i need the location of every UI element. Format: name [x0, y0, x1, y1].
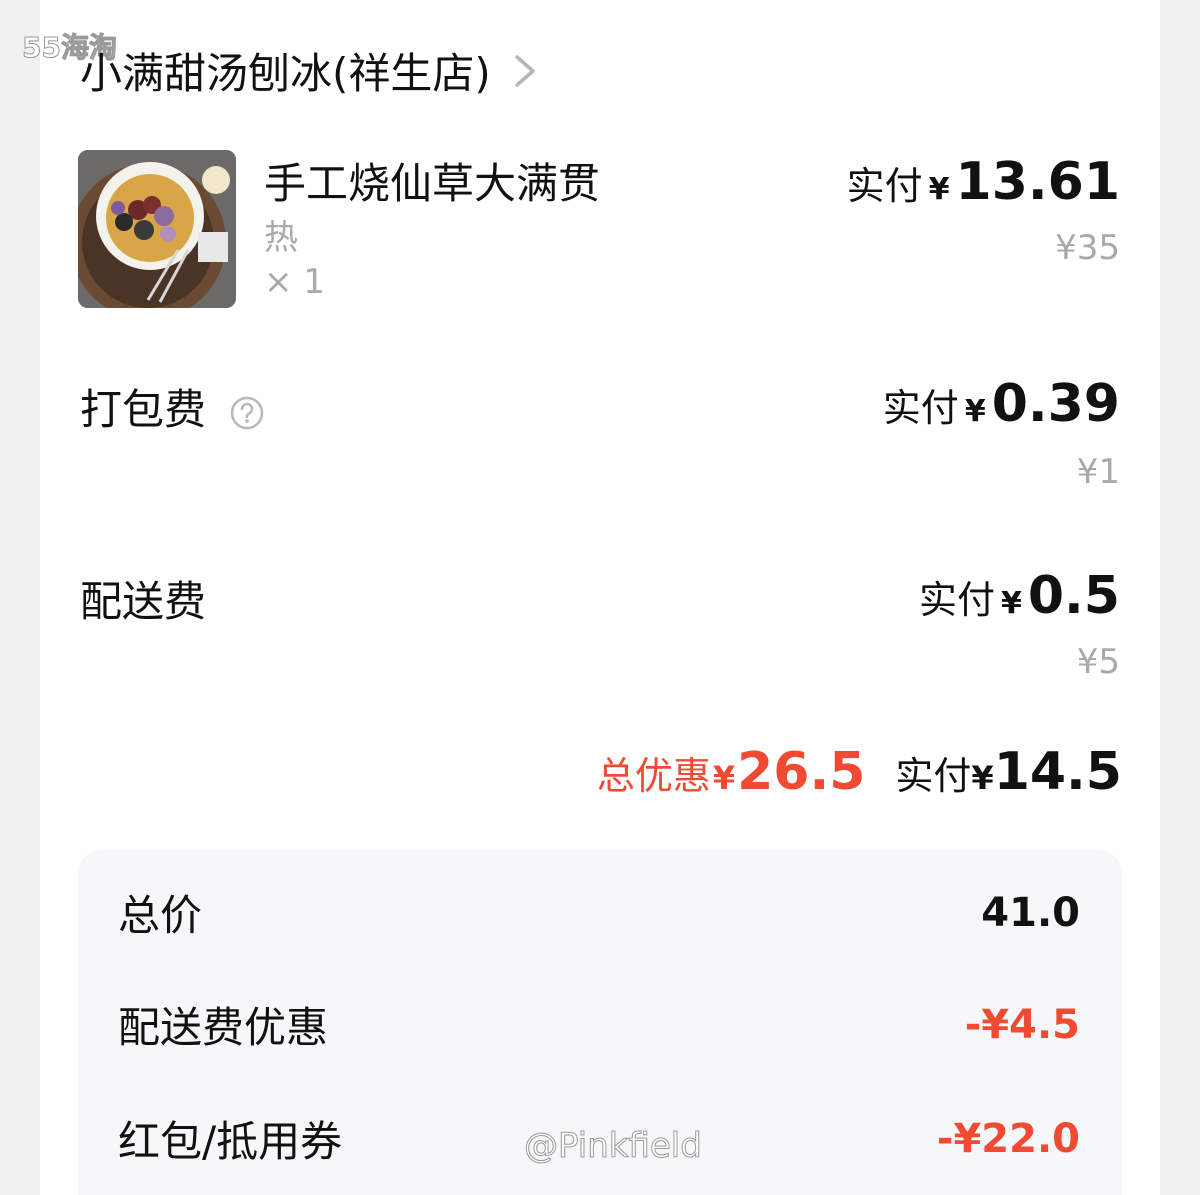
- packing-paid-label: 实付: [882, 386, 959, 430]
- packing-paid: 实付 ¥ 0.39: [883, 374, 1120, 434]
- packing-paid-currency: ¥: [964, 394, 986, 429]
- packing-paid-amount: 0.39: [991, 374, 1120, 434]
- item-quantity: × 1: [264, 262, 325, 302]
- item-paid: 实付 ¥ 13.61: [847, 152, 1120, 212]
- packing-fee-label: 打包费: [80, 385, 207, 434]
- total-discount-currency: ¥: [712, 759, 736, 797]
- breakdown-value: -¥22.0: [936, 1115, 1080, 1162]
- item-name: 手工烧仙草大满贯: [264, 159, 601, 208]
- breakdown-value: 41.0: [981, 889, 1080, 936]
- breakdown-row-delivery-discount: 配送费优惠 -¥4.5: [118, 994, 1080, 1055]
- shop-header[interactable]: 小满甜汤刨冰(祥生店): [80, 40, 539, 101]
- item-spec: 热: [264, 218, 298, 258]
- delivery-paid-label: 实付: [918, 578, 995, 622]
- packing-original-price: ¥1: [1076, 452, 1120, 492]
- total-discount-label: 总优惠: [596, 754, 711, 798]
- delivery-paid-currency: ¥: [1001, 586, 1022, 621]
- help-icon[interactable]: [229, 395, 265, 431]
- item-original-price: ¥35: [1055, 228, 1120, 268]
- breakdown-row-total: 总价 41.0: [118, 882, 1080, 943]
- delivery-paid-amount: 0.5: [1027, 566, 1120, 626]
- delivery-paid: 实付 ¥ 0.5: [919, 566, 1120, 626]
- item-paid-label: 实付: [846, 164, 923, 208]
- total-paid-label: 实付: [895, 754, 972, 798]
- delivery-fee-label: 配送费: [80, 577, 207, 626]
- delivery-original-price: ¥5: [1076, 642, 1120, 682]
- total-discount-amount: 26.5: [737, 742, 866, 802]
- breakdown-value: -¥4.5: [964, 1001, 1080, 1048]
- order-summary: 总优惠 ¥ 26.5 实付 ¥ 14.5: [597, 742, 1122, 802]
- total-paid-amount: 14.5: [993, 742, 1122, 802]
- breakdown-label: 总价: [118, 891, 203, 940]
- watermark-credit: @Pinkfield: [524, 1126, 703, 1167]
- item-paid-currency: ¥: [928, 172, 950, 207]
- chevron-right-icon: [515, 54, 535, 87]
- shop-name: 小满甜汤刨冰(祥生店): [80, 49, 491, 98]
- item-paid-amount: 13.61: [955, 152, 1120, 212]
- total-paid-currency: ¥: [971, 759, 994, 797]
- packing-fee-row: 打包费: [80, 376, 265, 437]
- item-thumbnail: [78, 150, 236, 308]
- breakdown-label: 红包/抵用券: [118, 1117, 343, 1166]
- breakdown-label: 配送费优惠: [118, 1003, 329, 1052]
